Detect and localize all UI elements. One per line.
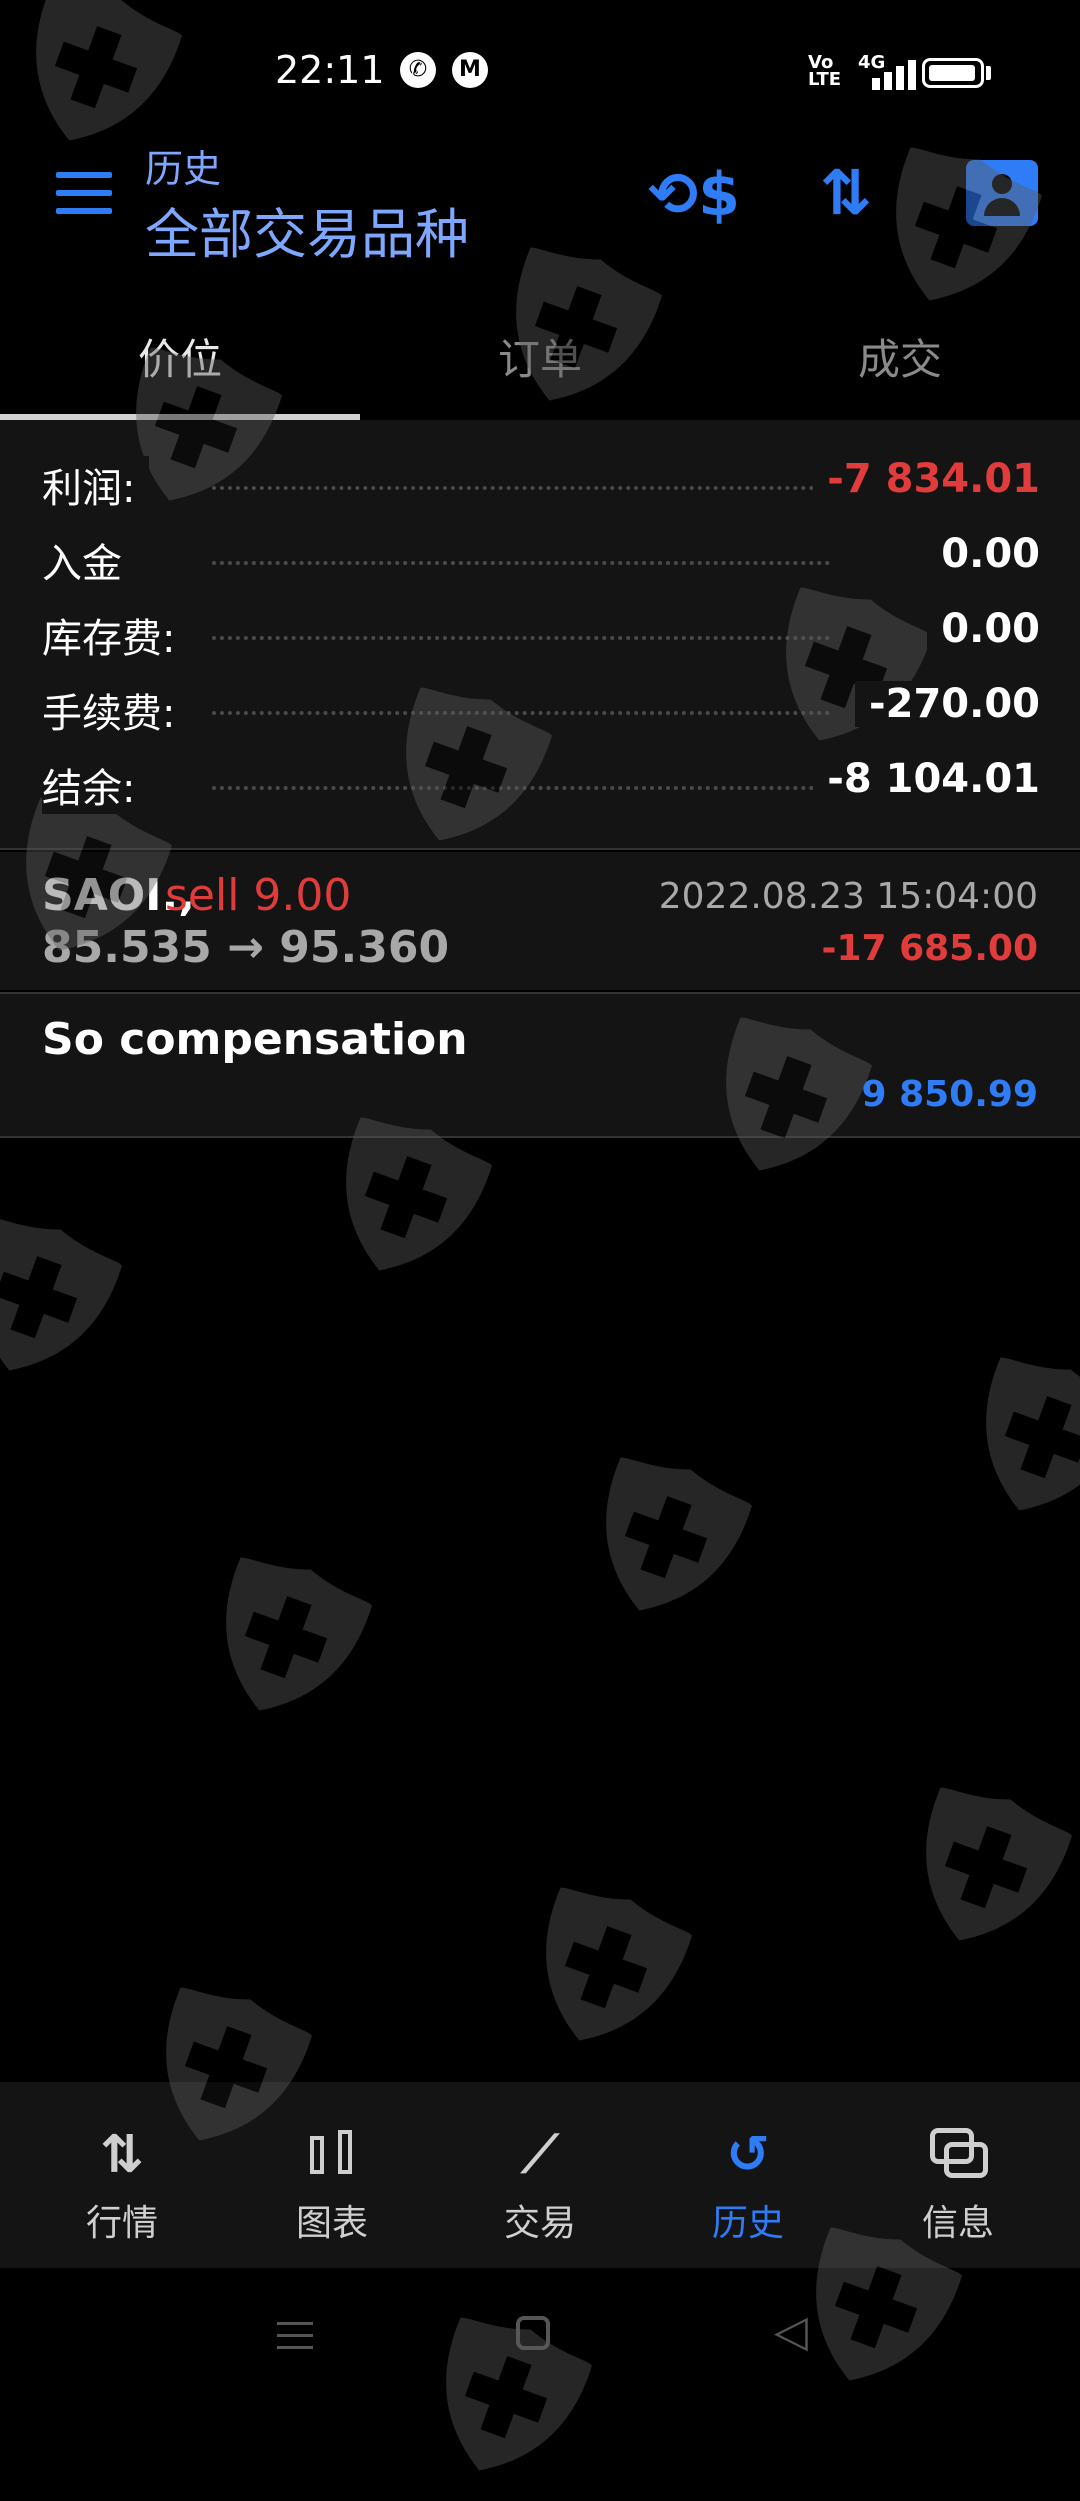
summary-row-commission: 手续费: -270.00 bbox=[42, 681, 1040, 741]
shield-watermark-icon bbox=[887, 1769, 1080, 1971]
nav-charts[interactable]: 图表 bbox=[224, 2124, 440, 2246]
messages-icon bbox=[928, 2124, 988, 2186]
summary-row-profit: 利润: -7 834.01 bbox=[42, 456, 1040, 516]
leader-dots bbox=[212, 786, 830, 790]
summary-row-swap: 库存费: 0.00 bbox=[42, 606, 1040, 666]
shield-watermark-icon bbox=[507, 1869, 703, 2071]
deal-prices: 85.535 → 95.360 bbox=[42, 922, 450, 973]
network-label: Vo LTE bbox=[808, 52, 842, 90]
divider bbox=[0, 848, 1080, 850]
nav-history[interactable]: ↺ 历史 bbox=[640, 2124, 856, 2246]
account-icon[interactable] bbox=[966, 160, 1038, 226]
shield-watermark-icon bbox=[947, 1339, 1080, 1541]
shield-watermark-icon bbox=[187, 1539, 383, 1741]
header-title[interactable]: 全部交易品种 bbox=[145, 190, 469, 269]
balance-title: So compensation bbox=[42, 1014, 468, 1065]
system-home-button[interactable] bbox=[516, 2316, 550, 2350]
history-icon: ↺ bbox=[726, 2125, 770, 2185]
nav-label: 交易 bbox=[503, 2203, 576, 2244]
summary-value: -270.00 bbox=[855, 681, 1040, 727]
header-subtitle: 历史 bbox=[145, 147, 222, 191]
m-icon: M bbox=[452, 52, 488, 88]
summary-row-balance: 结余: -8 104.01 bbox=[42, 756, 1040, 816]
deal-datetime: 2022.08.23 15:04:00 bbox=[658, 876, 1038, 917]
summary-value: 0.00 bbox=[927, 531, 1040, 577]
summary-value: -8 104.01 bbox=[813, 756, 1040, 802]
leader-dots bbox=[212, 711, 830, 715]
system-menu-button[interactable] bbox=[250, 2316, 340, 2356]
tab-orders[interactable]: 订单 bbox=[360, 326, 720, 387]
summary-value: -7 834.01 bbox=[813, 456, 1040, 502]
nav-messages[interactable]: 信息 bbox=[850, 2124, 1066, 2246]
trade-icon: ⟋ bbox=[521, 2125, 559, 2185]
sort-icon[interactable]: ⇅ bbox=[806, 156, 886, 230]
divider bbox=[0, 1136, 1080, 1138]
chart-icon bbox=[302, 2124, 362, 2186]
leader-dots bbox=[212, 561, 830, 565]
deal-type: sell 9.00 bbox=[165, 870, 352, 921]
tab-positions[interactable]: 价位 bbox=[0, 326, 360, 387]
menu-icon[interactable] bbox=[56, 172, 112, 214]
battery-icon bbox=[922, 58, 984, 88]
tab-deals[interactable]: 成交 bbox=[720, 326, 1080, 387]
nav-label: 历史 bbox=[711, 2203, 784, 2244]
battery-tip bbox=[986, 66, 991, 80]
whatsapp-icon: ✆ bbox=[400, 52, 436, 88]
leader-dots bbox=[212, 486, 830, 490]
currency-icon[interactable]: ⟲$ bbox=[648, 158, 740, 232]
system-back-button[interactable]: ◁ bbox=[746, 2306, 836, 2357]
summary-label: 结余: bbox=[42, 756, 150, 814]
nav-label: 行情 bbox=[85, 2203, 158, 2244]
shield-watermark-icon bbox=[407, 2299, 603, 2501]
balance-amount: 9 850.99 bbox=[861, 1074, 1038, 1115]
summary-label: 库存费: bbox=[42, 606, 190, 664]
nav-label: 图表 bbox=[295, 2203, 368, 2244]
nav-label: 信息 bbox=[921, 2203, 994, 2244]
shield-watermark-icon bbox=[567, 1439, 763, 1641]
nav-trade[interactable]: ⟋ 交易 bbox=[432, 2124, 648, 2246]
nav-quotes[interactable]: ⇅ 行情 bbox=[14, 2124, 230, 2246]
summary-label: 利润: bbox=[42, 456, 150, 514]
summary-value: 0.00 bbox=[927, 606, 1040, 652]
leader-dots bbox=[212, 636, 830, 640]
summary-label: 入金 bbox=[42, 531, 136, 589]
summary-label: 手续费: bbox=[42, 681, 190, 739]
shield-watermark-icon bbox=[0, 1199, 133, 1401]
status-time: 22:11 bbox=[275, 48, 385, 92]
deal-profit: -17 685.00 bbox=[821, 928, 1039, 969]
summary-row-deposit: 入金 0.00 bbox=[42, 531, 1040, 591]
quotes-icon: ⇅ bbox=[100, 2125, 144, 2185]
